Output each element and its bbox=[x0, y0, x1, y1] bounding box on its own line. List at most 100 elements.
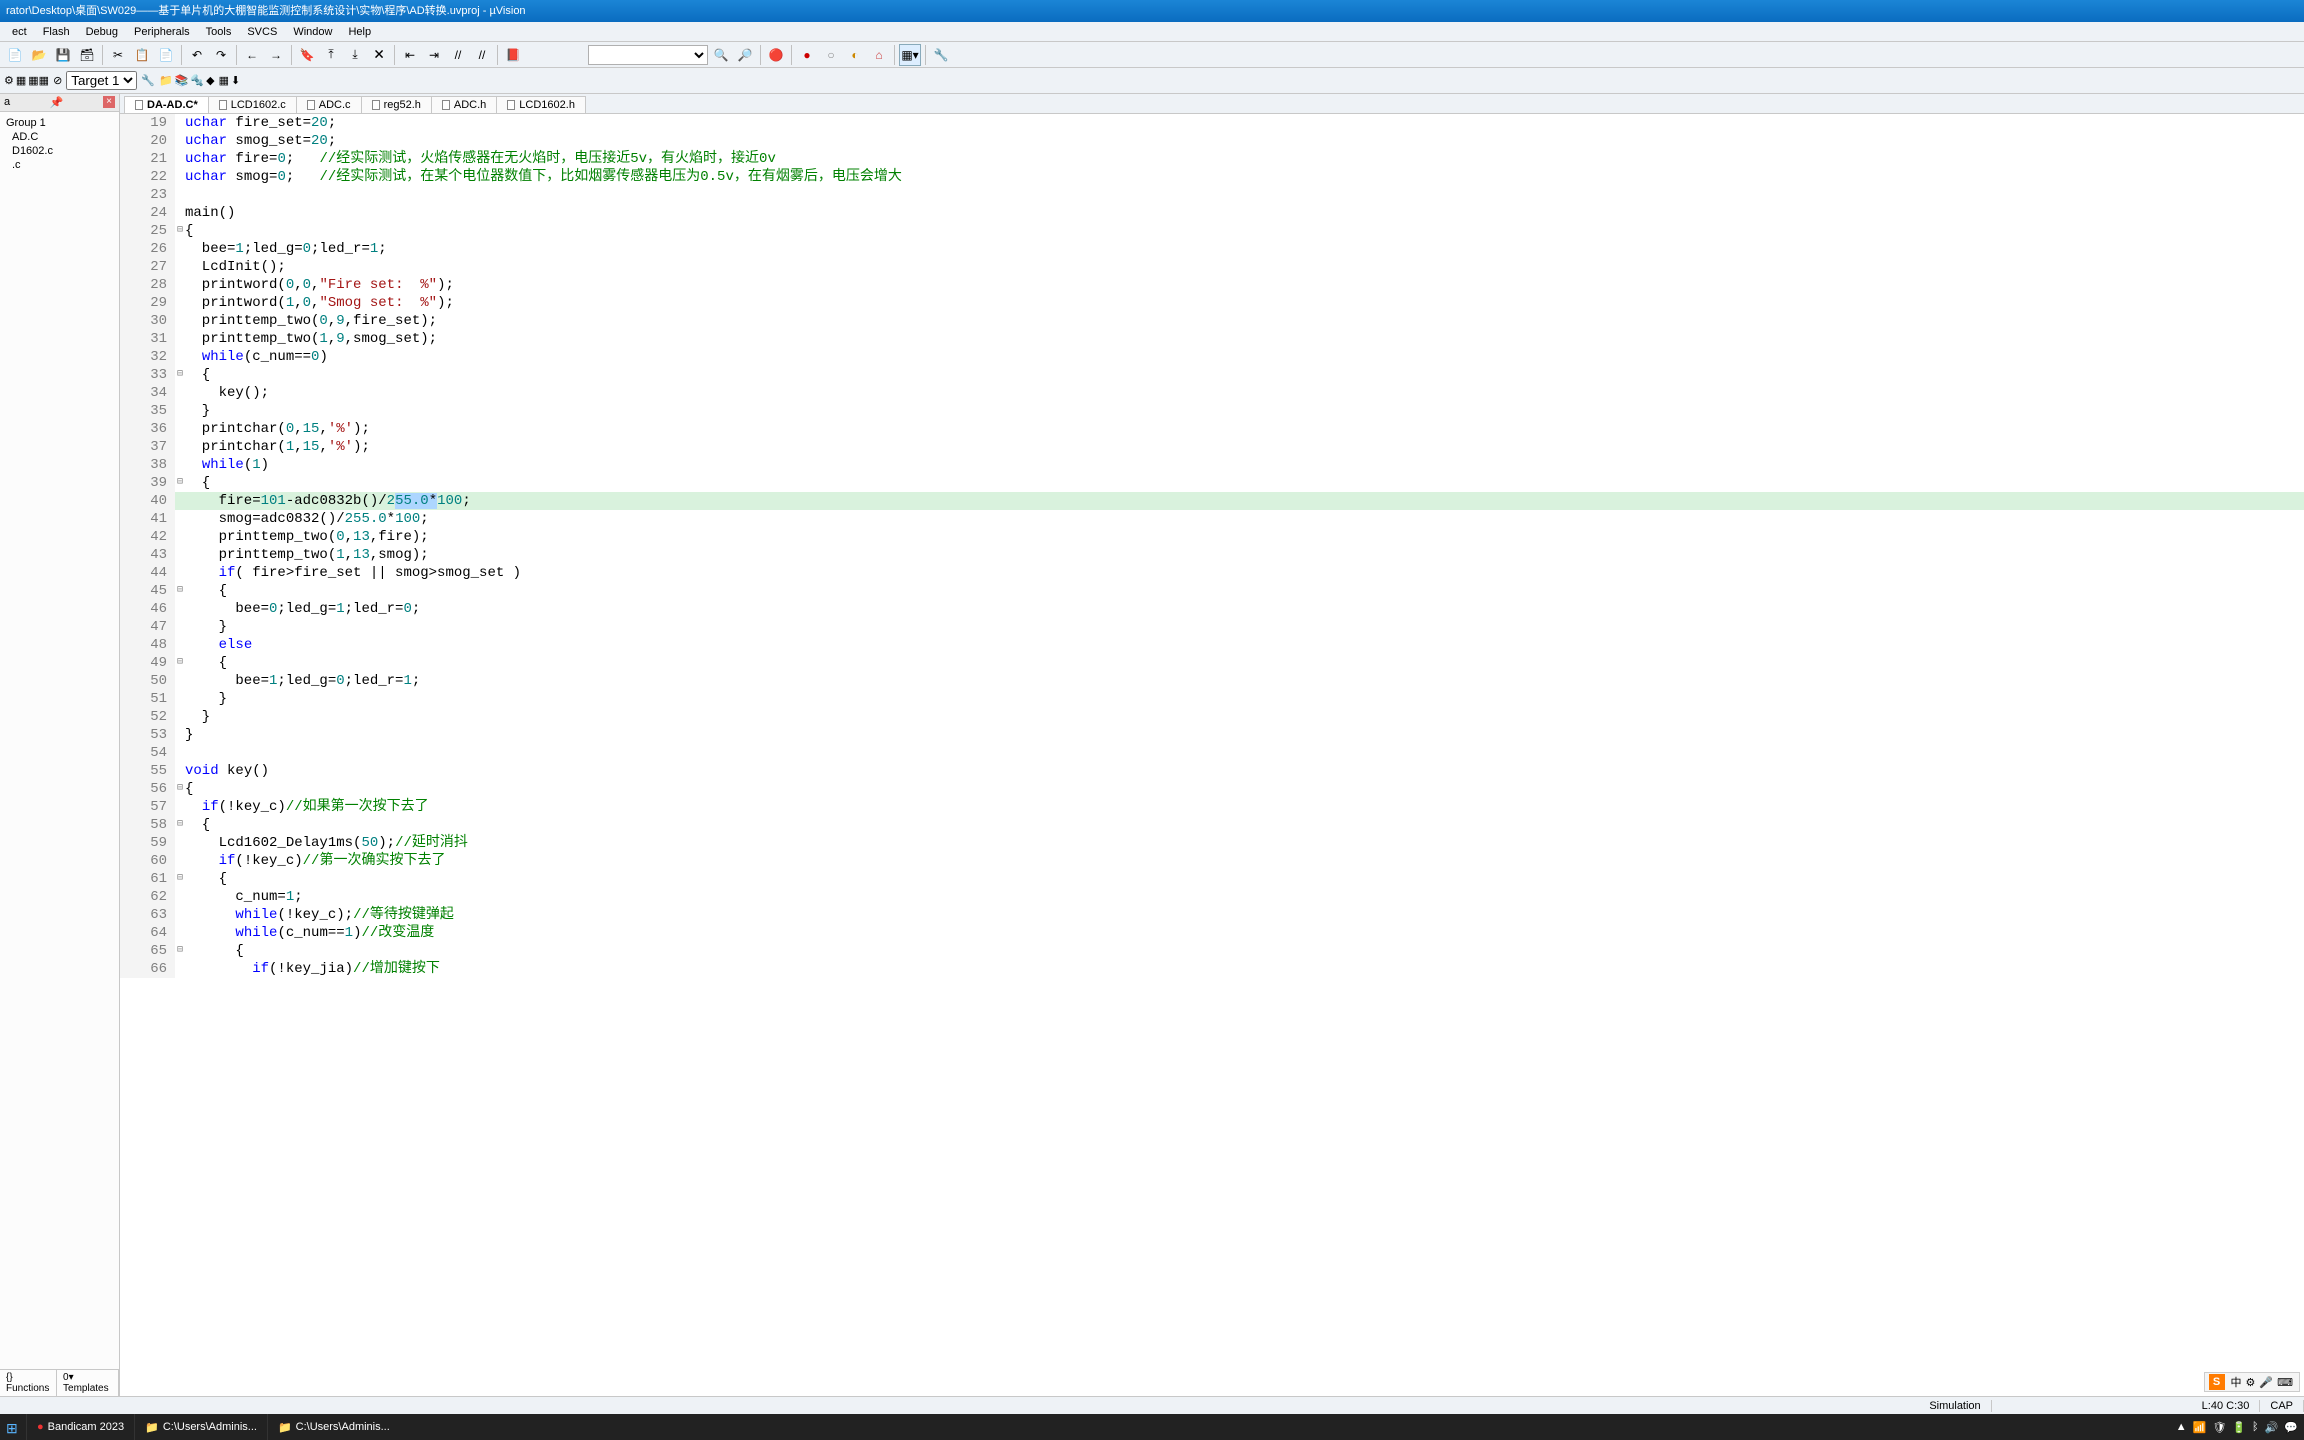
comment-button[interactable]: // bbox=[447, 44, 469, 66]
code-line[interactable]: 55void key() bbox=[120, 762, 2304, 780]
code-line[interactable]: 39⊟ { bbox=[120, 474, 2304, 492]
code-line[interactable]: 37 printchar(1,15,'%'); bbox=[120, 438, 2304, 456]
file-tab[interactable]: LCD1602.h bbox=[496, 96, 586, 113]
code-line[interactable]: 46 bee=0;led_g=1;led_r=0; bbox=[120, 600, 2304, 618]
tree-file[interactable]: AD.C bbox=[4, 130, 115, 144]
code-area[interactable]: 19uchar fire_set=20;20uchar smog_set=20;… bbox=[120, 114, 2304, 1396]
code-line[interactable]: 38 while(1) bbox=[120, 456, 2304, 474]
back-button[interactable]: ← bbox=[241, 44, 263, 66]
ime-item[interactable]: ⌨ bbox=[2277, 1377, 2293, 1389]
fold-icon[interactable]: ⊟ bbox=[175, 780, 185, 798]
bookmark-clear-button[interactable]: 🗙 bbox=[368, 44, 390, 66]
uncomment-button[interactable]: // bbox=[471, 44, 493, 66]
menu-item-tools[interactable]: Tools bbox=[198, 26, 240, 38]
code-line[interactable]: 36 printchar(0,15,'%'); bbox=[120, 420, 2304, 438]
tray-power-icon[interactable]: 🔋 bbox=[2232, 1421, 2246, 1434]
cut-button[interactable]: ✂ bbox=[107, 44, 129, 66]
code-line[interactable]: 24main() bbox=[120, 204, 2304, 222]
window-layout-button[interactable]: ▦▾ bbox=[899, 44, 921, 66]
stop-build-button[interactable]: ⊘ bbox=[53, 74, 62, 87]
tray-bluetooth-icon[interactable]: ᛒ bbox=[2252, 1421, 2259, 1433]
fold-icon[interactable]: ⊟ bbox=[175, 582, 185, 600]
project-panel-close-button[interactable]: × bbox=[103, 96, 115, 108]
code-line[interactable]: 66 if(!key_jia)//增加键按下 bbox=[120, 960, 2304, 978]
project-tree[interactable]: Group 1AD.CD1602.c.c bbox=[0, 112, 119, 1369]
menu-item-flash[interactable]: Flash bbox=[35, 26, 78, 38]
code-line[interactable]: 53} bbox=[120, 726, 2304, 744]
bookmark-icon[interactable]: 📕 bbox=[502, 44, 524, 66]
code-line[interactable]: 60 if(!key_c)//第一次确实按下去了 bbox=[120, 852, 2304, 870]
code-line[interactable]: 28 printword(0,0,"Fire set: %"); bbox=[120, 276, 2304, 294]
configure-button[interactable]: 🔧 bbox=[930, 44, 952, 66]
batch-build-button[interactable]: ▦ bbox=[219, 74, 229, 87]
ime-item[interactable]: 中 bbox=[2231, 1377, 2242, 1389]
taskbar-task[interactable]: ●Bandicam 2023 bbox=[26, 1414, 134, 1440]
file-tab[interactable]: LCD1602.c bbox=[208, 96, 297, 113]
code-line[interactable]: 65⊟ { bbox=[120, 942, 2304, 960]
tray-network-icon[interactable]: 📶 bbox=[2193, 1421, 2207, 1434]
fold-icon[interactable]: ⊟ bbox=[175, 942, 185, 960]
manage-books-button[interactable]: 📚 bbox=[175, 74, 189, 87]
manage-project-button[interactable]: 📁 bbox=[159, 74, 173, 87]
code-line[interactable]: 19uchar fire_set=20; bbox=[120, 114, 2304, 132]
find-in-files-button[interactable]: 🔎 bbox=[734, 44, 756, 66]
code-line[interactable]: 43 printtemp_two(1,13,smog); bbox=[120, 546, 2304, 564]
save-all-button[interactable]: 🗃 bbox=[76, 44, 98, 66]
code-line[interactable]: 40 fire=101-adc0832b()/255.0*100; bbox=[120, 492, 2304, 510]
menu-item-svcs[interactable]: SVCS bbox=[239, 26, 285, 38]
code-line[interactable]: 26 bee=1;led_g=0;led_r=1; bbox=[120, 240, 2304, 258]
code-line[interactable]: 56⊟{ bbox=[120, 780, 2304, 798]
code-line[interactable]: 35 } bbox=[120, 402, 2304, 420]
code-line[interactable]: 22uchar smog=0; //经实际测试，在某个电位器数值下，比如烟雾传感… bbox=[120, 168, 2304, 186]
tray-security-icon[interactable]: 🛡 bbox=[2212, 1421, 2226, 1434]
build-button[interactable]: ▦ bbox=[16, 74, 26, 87]
code-line[interactable]: 49⊟ { bbox=[120, 654, 2304, 672]
menu-item-ect[interactable]: ect bbox=[4, 26, 35, 38]
ime-item[interactable]: ⚙ bbox=[2246, 1377, 2256, 1389]
code-line[interactable]: 64 while(c_num==1)//改变温度 bbox=[120, 924, 2304, 942]
ime-item[interactable]: 🎤 bbox=[2259, 1377, 2273, 1389]
copy-button[interactable]: 📋 bbox=[131, 44, 153, 66]
find-combo[interactable] bbox=[588, 45, 708, 65]
file-tab[interactable]: ADC.c bbox=[296, 96, 362, 113]
indent-right-button[interactable]: ⇥ bbox=[423, 44, 445, 66]
tree-file[interactable]: D1602.c bbox=[4, 144, 115, 158]
fold-icon[interactable]: ⊟ bbox=[175, 870, 185, 888]
system-tray[interactable]: ▲ 📶 🛡 🔋 ᛒ 🔊 💬 bbox=[2176, 1421, 2304, 1434]
translate-button[interactable]: ⚙ bbox=[4, 74, 14, 87]
code-line[interactable]: 41 smog=adc0832()/255.0*100; bbox=[120, 510, 2304, 528]
open-button[interactable]: 📂 bbox=[28, 44, 50, 66]
code-line[interactable]: 42 printtemp_two(0,13,fire); bbox=[120, 528, 2304, 546]
rebuild-button[interactable]: ▦▦ bbox=[28, 74, 49, 87]
code-line[interactable]: 20uchar smog_set=20; bbox=[120, 132, 2304, 150]
code-line[interactable]: 51 } bbox=[120, 690, 2304, 708]
forward-button[interactable]: → bbox=[265, 44, 287, 66]
code-line[interactable]: 52 } bbox=[120, 708, 2304, 726]
code-line[interactable]: 33⊟ { bbox=[120, 366, 2304, 384]
download-button[interactable]: ⬇ bbox=[231, 74, 240, 87]
code-line[interactable]: 29 printword(1,0,"Smog set: %"); bbox=[120, 294, 2304, 312]
tray-volume-icon[interactable]: 🔊 bbox=[2265, 1421, 2279, 1434]
find-button[interactable]: 🔍 bbox=[710, 44, 732, 66]
taskbar-task[interactable]: 📁C:\Users\Adminis... bbox=[134, 1414, 267, 1440]
code-line[interactable]: 61⊟ { bbox=[120, 870, 2304, 888]
tree-group[interactable]: Group 1 bbox=[4, 116, 115, 130]
menu-item-debug[interactable]: Debug bbox=[78, 26, 126, 38]
debug-button[interactable]: 🔴 bbox=[765, 44, 787, 66]
code-line[interactable]: 27 LcdInit(); bbox=[120, 258, 2304, 276]
breakpoint-kill-all-button[interactable]: ⌂ bbox=[868, 44, 890, 66]
file-tab[interactable]: reg52.h bbox=[361, 96, 432, 113]
bookmark-next-button[interactable]: ⤓ bbox=[344, 44, 366, 66]
redo-button[interactable]: ↷ bbox=[210, 44, 232, 66]
bookmark-prev-button[interactable]: ⤒ bbox=[320, 44, 342, 66]
tray-up-icon[interactable]: ▲ bbox=[2176, 1421, 2187, 1433]
code-line[interactable]: 54 bbox=[120, 744, 2304, 762]
code-line[interactable]: 57 if(!key_c)//如果第一次按下去了 bbox=[120, 798, 2304, 816]
fold-icon[interactable]: ⊟ bbox=[175, 474, 185, 492]
paste-button[interactable]: 📄 bbox=[155, 44, 177, 66]
code-line[interactable]: 47 } bbox=[120, 618, 2304, 636]
bookmark-button[interactable]: 🔖 bbox=[296, 44, 318, 66]
code-line[interactable]: 23 bbox=[120, 186, 2304, 204]
breakpoint-kill-button[interactable]: ◐ bbox=[844, 44, 866, 66]
taskbar-task[interactable]: 📁C:\Users\Adminis... bbox=[267, 1414, 400, 1440]
